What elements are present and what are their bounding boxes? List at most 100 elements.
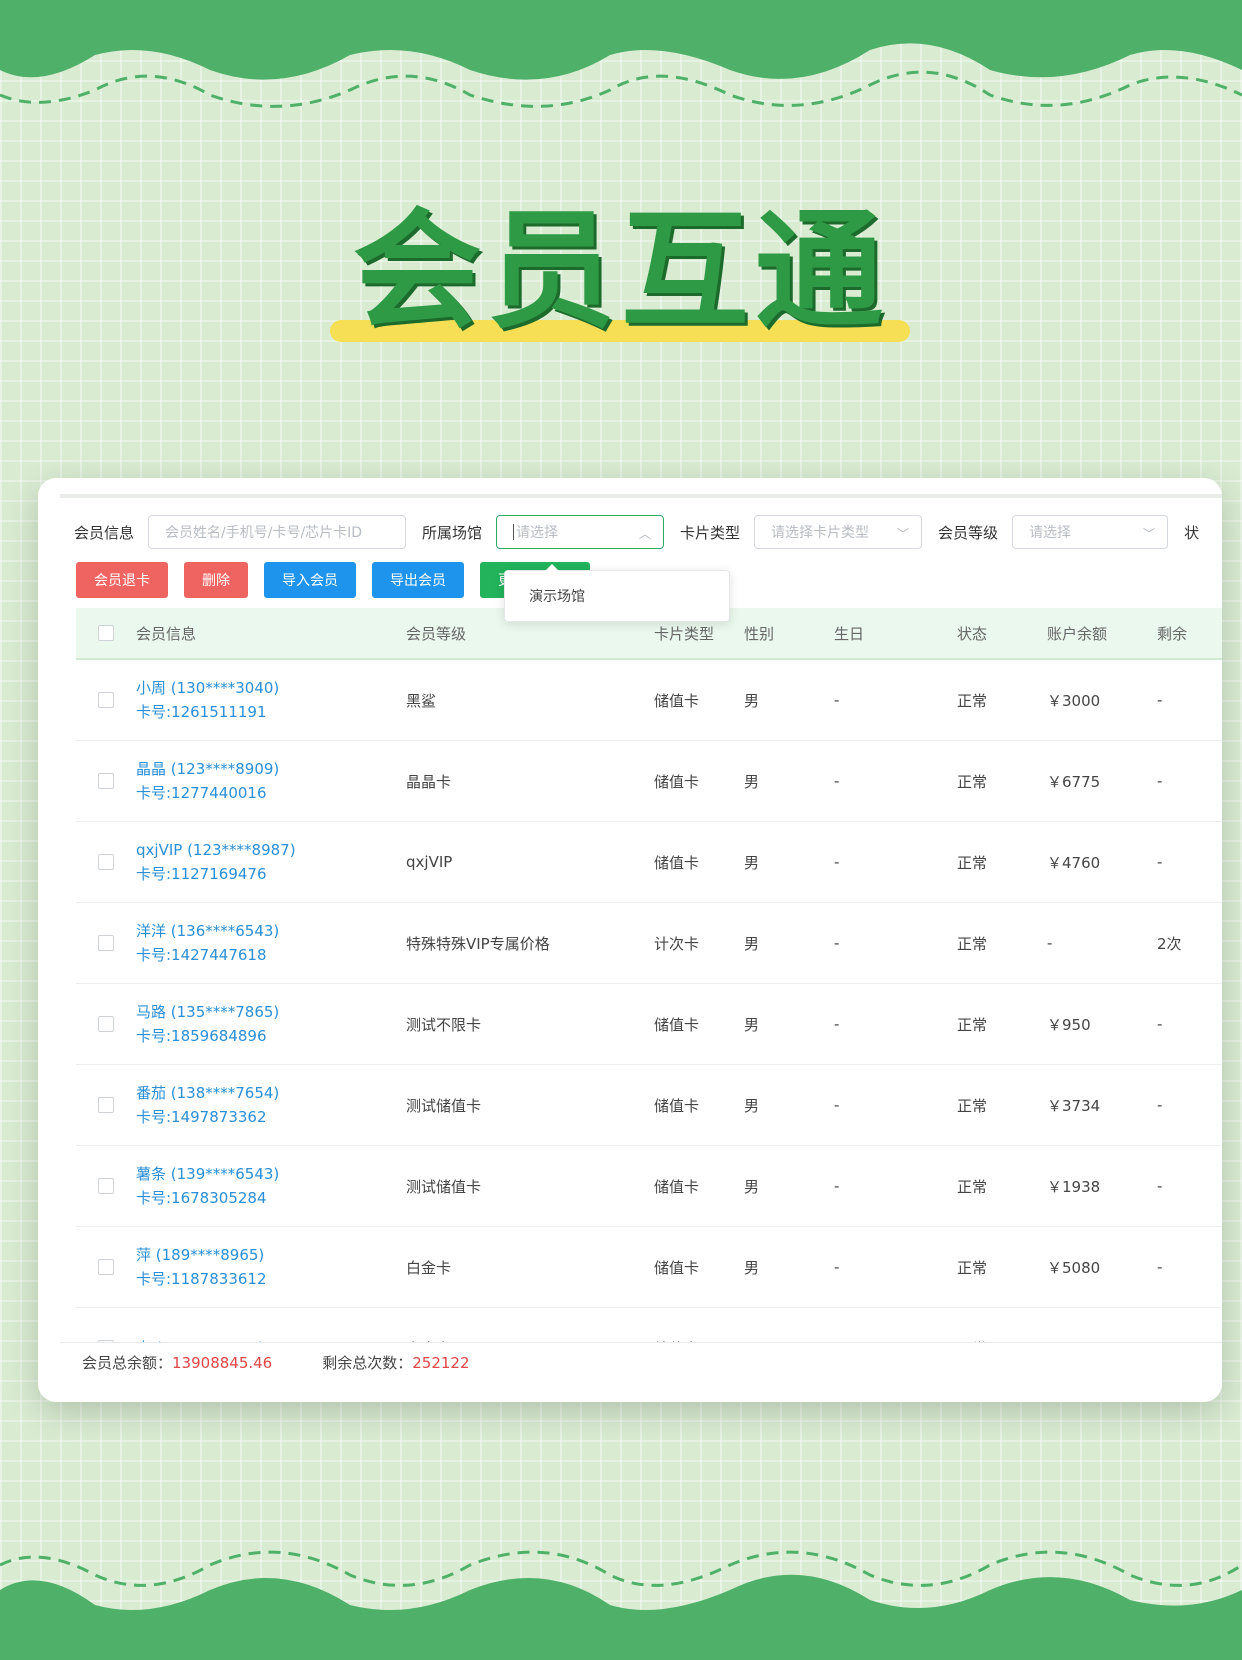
member-sex: 男 <box>744 1096 760 1115</box>
member-info-cell: 洋洋 (136****6543) 卡号:1427447618 <box>136 919 406 967</box>
account-balance: ￥5080 <box>1047 1258 1101 1277</box>
member-card-number[interactable]: 卡号:1427447618 <box>136 943 406 967</box>
remaining-count: 2次 <box>1157 934 1182 953</box>
row-checkbox[interactable] <box>98 1097 114 1113</box>
member-card-number[interactable]: 卡号:1277440016 <box>136 781 406 805</box>
total-count-label: 剩余总次数： <box>322 1354 413 1372</box>
level-select[interactable]: 请选择 ﹀ <box>1012 515 1169 549</box>
account-balance: ￥6775 <box>1047 772 1101 791</box>
member-list-screen: 会员信息 会员姓名/手机号/卡号/芯片卡ID 所属场馆 请选择 ︿ 卡片类型 请… <box>60 494 1222 1378</box>
member-level: 晶晶卡 <box>406 772 452 791</box>
member-info-cell: 薯条 (139****6543) 卡号:1678305284 <box>136 1162 406 1210</box>
venue-option[interactable]: 演示场馆 <box>529 586 585 606</box>
account-balance: ￥4760 <box>1047 853 1101 872</box>
member-name-link[interactable]: 马路 (135****7865) <box>136 1000 406 1024</box>
row-select-cell <box>76 1097 136 1113</box>
row-checkbox[interactable] <box>98 854 114 870</box>
member-card-number[interactable]: 卡号:1497873362 <box>136 1105 406 1129</box>
member-info-cell: 晶晶 (123****8909) 卡号:1277440016 <box>136 757 406 805</box>
member-sex: 男 <box>744 691 760 710</box>
row-select-cell <box>76 1259 136 1275</box>
row-select-cell <box>76 854 136 870</box>
header-member-info[interactable]: 会员信息 <box>136 623 406 644</box>
table-row: 马路 (135****7865) 卡号:1859684896 测试不限卡 储值卡 男 - 正… <box>76 984 1222 1065</box>
card-type: 储值卡 <box>654 772 700 791</box>
member-sex: 男 <box>744 1177 760 1196</box>
member-card-number[interactable]: 卡号:1678305284 <box>136 1186 406 1210</box>
member-level: 测试不限卡 <box>406 1015 482 1034</box>
member-search-input[interactable]: 会员姓名/手机号/卡号/芯片卡ID <box>148 515 407 549</box>
member-name-link[interactable]: 薯条 (139****6543) <box>136 1162 406 1186</box>
member-info-cell: qxjVIP (123****8987) 卡号:1127169476 <box>136 838 406 886</box>
header-status[interactable]: 状态 <box>957 623 1047 644</box>
card-type: 储值卡 <box>654 1096 700 1115</box>
row-checkbox[interactable] <box>98 1259 114 1275</box>
member-status: 正常 <box>957 1015 988 1034</box>
header-birthday[interactable]: 生日 <box>834 623 957 644</box>
header-level[interactable]: 会员等级 <box>406 623 654 644</box>
member-name-link[interactable]: 洋洋 (136****6543) <box>136 919 406 943</box>
row-checkbox[interactable] <box>98 692 114 708</box>
member-name-link[interactable]: 萍 (189****8965) <box>136 1243 406 1267</box>
remaining-count: - <box>1157 1015 1163 1033</box>
row-select-cell <box>76 1016 136 1032</box>
member-name-link[interactable]: qxjVIP (123****8987) <box>136 838 406 862</box>
member-sex: 男 <box>744 1015 760 1034</box>
screenshot-card: 会员信息 会员姓名/手机号/卡号/芯片卡ID 所属场馆 请选择 ︿ 卡片类型 请… <box>38 478 1222 1402</box>
member-info-cell: 萍 (189****8965) 卡号:1187833612 <box>136 1243 406 1291</box>
header-card-type[interactable]: 卡片类型 <box>654 623 744 644</box>
member-card-number[interactable]: 卡号:1127169476 <box>136 862 406 886</box>
table-row: 薯条 (139****6543) 卡号:1678305284 测试储值卡 储值卡 男 - 正… <box>76 1146 1222 1227</box>
venue-placeholder: 请选择 <box>516 525 559 541</box>
member-info-cell: 番茄 (138****7654) 卡号:1497873362 <box>136 1081 406 1129</box>
member-name-link[interactable]: 晶晶 (123****8909) <box>136 757 406 781</box>
delete-button[interactable]: 删除 <box>184 562 248 598</box>
member-birthday: - <box>834 772 840 790</box>
account-balance: ￥950 <box>1047 1015 1091 1034</box>
level-label: 会员等级 <box>938 523 999 542</box>
row-checkbox[interactable] <box>98 1178 114 1194</box>
card-type: 储值卡 <box>654 853 700 872</box>
member-status: 正常 <box>957 772 988 791</box>
refund-card-button[interactable]: 会员退卡 <box>76 562 168 598</box>
member-status: 正常 <box>957 1096 988 1115</box>
member-info-label: 会员信息 <box>74 523 135 542</box>
venue-label: 所属场馆 <box>422 523 483 542</box>
member-status: 正常 <box>957 691 988 710</box>
header-balance[interactable]: 账户余额 <box>1047 623 1157 644</box>
total-count-value: 252122 <box>412 1353 470 1372</box>
member-card-number[interactable]: 卡号:1261511191 <box>136 700 406 724</box>
chevron-down-icon: ﹀ <box>897 527 910 541</box>
export-members-button[interactable]: 导出会员 <box>372 562 464 598</box>
row-select-cell <box>76 692 136 708</box>
card-type: 计次卡 <box>654 934 700 953</box>
row-checkbox[interactable] <box>98 773 114 789</box>
member-level: 特殊特殊VIP专属价格 <box>406 934 550 953</box>
filter-bar: 会员信息 会员姓名/手机号/卡号/芯片卡ID 所属场馆 请选择 ︿ 卡片类型 请… <box>60 512 1222 552</box>
member-level: 黑鲨 <box>406 691 437 710</box>
header-sex[interactable]: 性别 <box>744 623 834 644</box>
status-label-cut: 状 <box>1184 523 1200 542</box>
bottom-wave-decoration <box>0 1550 1242 1660</box>
member-sex: 男 <box>744 772 760 791</box>
member-card-number[interactable]: 卡号:1187833612 <box>136 1267 406 1291</box>
remaining-count: - <box>1157 691 1163 709</box>
row-checkbox[interactable] <box>98 935 114 951</box>
total-balance-label: 会员总余额： <box>82 1354 173 1372</box>
member-birthday: - <box>834 1258 840 1276</box>
member-name-link[interactable]: 小周 (130****3040) <box>136 676 406 700</box>
member-level: qxjVIP <box>406 853 453 871</box>
level-placeholder: 请选择 <box>1029 525 1072 541</box>
row-checkbox[interactable] <box>98 1016 114 1032</box>
header-remaining[interactable]: 剩余 <box>1157 623 1222 644</box>
card-type-label: 卡片类型 <box>680 523 741 542</box>
import-members-button[interactable]: 导入会员 <box>264 562 356 598</box>
account-balance: ￥1938 <box>1047 1177 1101 1196</box>
select-all-checkbox[interactable] <box>98 625 114 641</box>
member-card-number[interactable]: 卡号:1859684896 <box>136 1024 406 1048</box>
table-row: 萍 (189****8965) 卡号:1187833612 白金卡 储值卡 男 - 正常 ￥5… <box>76 1227 1222 1308</box>
venue-select[interactable]: 请选择 ︿ <box>496 515 665 549</box>
table-row: 晶晶 (123****8909) 卡号:1277440016 晶晶卡 储值卡 男 - 正常 ￥… <box>76 741 1222 822</box>
card-type-select[interactable]: 请选择卡片类型 ﹀ <box>754 515 923 549</box>
member-name-link[interactable]: 番茄 (138****7654) <box>136 1081 406 1105</box>
